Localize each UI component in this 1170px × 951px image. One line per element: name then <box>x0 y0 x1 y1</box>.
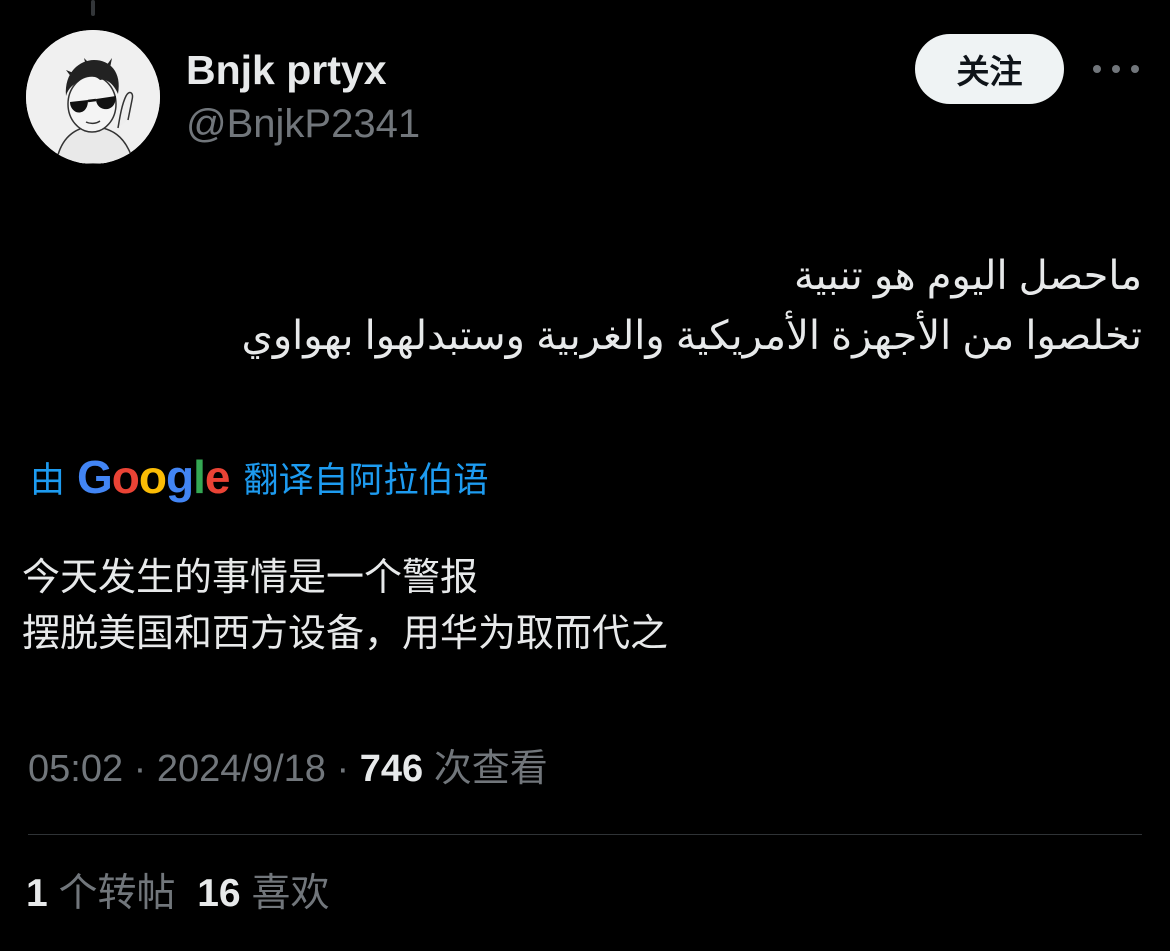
translation-attribution[interactable]: 由 Google 翻译自阿拉伯语 <box>30 451 489 503</box>
likes-label: 喜欢 <box>251 872 330 915</box>
reposts-stat[interactable]: 1 个转帖 <box>26 872 176 915</box>
tweet-translated-line: 今天发生的事情是一个警报 <box>22 557 479 599</box>
tweet-original-line: تخلصوا من الأجهزة الأمريكية والغربية وست… <box>241 314 1142 358</box>
author-display-name[interactable]: Bnjk prtyx <box>186 46 387 94</box>
tweet-original-line: ماحصل اليوم هو تنبية <box>793 254 1142 298</box>
thread-connector-line <box>91 0 95 16</box>
likes-stat[interactable]: 16 喜欢 <box>197 872 329 915</box>
more-dots-icon <box>1093 65 1101 73</box>
likes-count: 16 <box>197 872 241 915</box>
tweet-translated-text: 今天发生的事情是一个警报 摆脱美国和西方设备，用华为取而代之 <box>22 550 668 662</box>
google-logo-letter: l <box>193 451 206 503</box>
tweet-meta: 05:02 · 2024/9/18 · 746 次查看 <box>28 744 548 794</box>
avatar[interactable] <box>26 30 160 164</box>
tweet-original-text: ماحصل اليوم هو تنبية تخلصوا من الأجهزة ا… <box>30 246 1142 366</box>
meta-separator: · <box>123 748 157 790</box>
avatar-image <box>26 30 160 164</box>
google-logo-letter: o <box>111 451 140 503</box>
views-label: 次查看 <box>433 748 548 790</box>
author-handle[interactable]: @BnjkP2341 <box>186 100 420 148</box>
more-options-button[interactable] <box>1093 56 1139 82</box>
views-count: 746 <box>359 748 424 790</box>
reposts-label: 个转帖 <box>58 872 176 915</box>
tweet-date[interactable]: 2024/9/18 <box>157 748 326 790</box>
meta-separator: · <box>325 748 360 790</box>
follow-button[interactable]: 关注 <box>915 34 1064 104</box>
stats-divider <box>28 834 1142 835</box>
tweet-translated-line: 摆脱美国和西方设备，用华为取而代之 <box>22 613 669 655</box>
reposts-count: 1 <box>26 872 48 915</box>
more-dot <box>1131 65 1139 73</box>
google-logo-letter: G <box>77 451 113 503</box>
google-logo-letter: e <box>204 451 231 503</box>
google-logo: Google <box>77 451 231 503</box>
tweet-time[interactable]: 05:02 <box>28 748 123 790</box>
more-dot <box>1112 65 1120 73</box>
engagement-stats: 1 个转帖 16 喜欢 <box>26 868 329 920</box>
google-logo-letter: g <box>166 451 194 503</box>
translation-source-language: 翻译自阿拉伯语 <box>243 460 489 500</box>
google-logo-letter: o <box>138 451 167 503</box>
translation-prefix: 由 <box>30 460 66 500</box>
